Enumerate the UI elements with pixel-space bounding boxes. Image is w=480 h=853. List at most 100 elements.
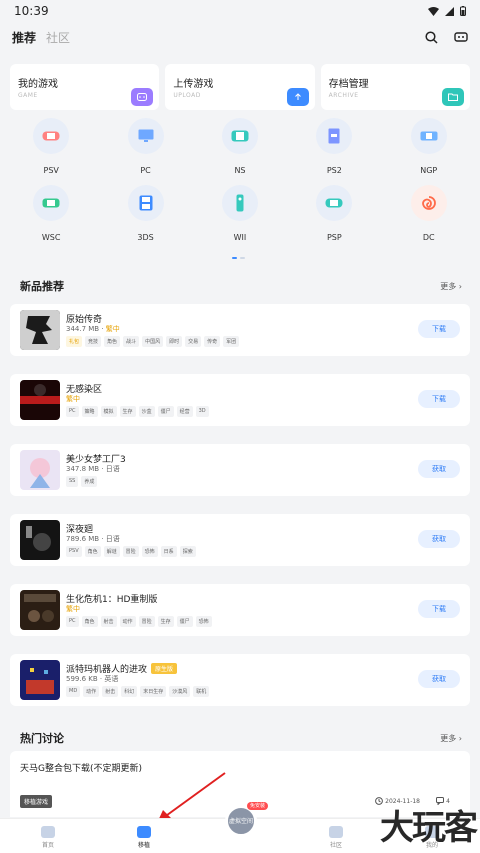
download-button[interactable]: 下载 xyxy=(418,320,460,338)
platform-3ds[interactable]: 3DS xyxy=(106,185,186,242)
platform-wsc[interactable]: WSC xyxy=(11,185,91,242)
wii-remote-icon xyxy=(221,185,258,221)
game-language: 繁中 xyxy=(105,325,120,333)
game-card[interactable]: 无感染区 繁中 PC 策略 模拟 生存 沙盒 僵尸 经营 3D 下载 xyxy=(10,374,470,426)
my-games-card[interactable]: 我的游戏 GAME xyxy=(10,64,160,110)
platform-grid: PSV PC NS PS2 NGP WSC 3DS WII PSP DC xyxy=(0,118,480,268)
tag: 养成 xyxy=(81,476,98,487)
tag: 生存 xyxy=(119,406,136,417)
top-header: 推荐 社区 xyxy=(0,22,480,52)
platform-psp[interactable]: PSP xyxy=(294,185,374,242)
game-meta: 599.6 KB · 英语 xyxy=(66,675,119,683)
nav-home[interactable]: 首页 xyxy=(18,826,78,849)
platform-dc[interactable]: DC xyxy=(389,185,469,242)
tag: 角色 xyxy=(84,546,101,557)
game-thumbnail xyxy=(20,450,60,490)
nav-port[interactable]: 移植 xyxy=(114,826,174,849)
game-card[interactable]: 派特玛机器人的进攻 原生版 599.6 KB · 英语 MD 动作 射击 科幻 末日生存沙… xyxy=(10,654,470,706)
upload-game-card[interactable]: 上传游戏 UPLOAD xyxy=(165,64,315,110)
search-icon[interactable] xyxy=(425,30,438,44)
tag: 动作 xyxy=(83,686,100,697)
upload-cloud-icon xyxy=(286,88,309,106)
3ds-icon xyxy=(127,185,164,221)
tag: 僵尸 xyxy=(176,616,193,627)
game-language: 英语 xyxy=(104,675,119,683)
tag: 僵尸 xyxy=(157,406,174,417)
new-section-header: 新品推荐 更多 › xyxy=(20,278,462,294)
more-link[interactable]: 更多 › xyxy=(440,281,462,292)
platform-name: PS2 xyxy=(326,166,342,175)
game-tags: SS 养成 xyxy=(66,476,98,487)
get-button[interactable]: 获取 xyxy=(418,670,460,688)
tab-recommend[interactable]: 推荐 xyxy=(12,29,36,46)
platform-ps2[interactable]: PS2 xyxy=(294,118,374,175)
tag: 角色 xyxy=(104,336,121,347)
tag: PC xyxy=(66,616,79,627)
tag: 角色 xyxy=(81,616,98,627)
tag: 沙盒 xyxy=(138,406,155,417)
tag: 即时 xyxy=(166,336,183,347)
archive-card[interactable]: 存档管理 ARCHIVE xyxy=(320,64,470,110)
platform-name: WII xyxy=(233,233,247,242)
quick-actions: 我的游戏 GAME 上传游戏 UPLOAD 存档管理 ARCHIVE xyxy=(10,64,470,110)
port-icon xyxy=(137,826,151,838)
game-meta: 347.8 MB · 日语 xyxy=(66,465,120,473)
tag: 射击 xyxy=(102,686,119,697)
community-icon xyxy=(329,826,343,838)
get-button[interactable]: 获取 xyxy=(418,530,460,548)
tag: 军团 xyxy=(223,336,240,347)
controller-icon[interactable] xyxy=(454,31,468,43)
game-size: 347.8 MB xyxy=(66,465,100,473)
game-size: 789.6 MB xyxy=(66,535,100,543)
nav-community[interactable]: 社区 xyxy=(306,826,366,849)
tag: 末日生存 xyxy=(140,686,167,697)
platform-name: 3DS xyxy=(137,233,154,242)
platform-name: WSC xyxy=(41,233,61,242)
game-meta: 繁中 xyxy=(66,604,80,614)
platform-ngp[interactable]: NGP xyxy=(389,118,469,175)
get-button[interactable]: 获取 xyxy=(418,460,460,478)
psp-icon xyxy=(316,185,353,221)
tag: 模拟 xyxy=(100,406,117,417)
tag: 射击 xyxy=(100,616,117,627)
tag: 战斗 xyxy=(123,336,140,347)
tag: PC xyxy=(66,406,79,417)
more-link[interactable]: 更多 › xyxy=(440,733,462,744)
download-button[interactable]: 下载 xyxy=(418,600,460,618)
game-card[interactable]: 原始传奇 344.7 MB · 繁中 礼包 竞技 角色 战斗 中国风 即时 交易 传奇 军团 下… xyxy=(10,304,470,356)
platform-pc[interactable]: PC xyxy=(106,118,186,175)
tag: 恐怖 xyxy=(141,546,158,557)
native-badge: 原生版 xyxy=(151,663,178,674)
hot-section-header: 热门讨论 更多 › xyxy=(20,730,462,746)
game-thumbnail xyxy=(20,310,60,350)
game-card[interactable]: 深夜廻 789.6 MB · 日语 PSV 角色 解谜 冒险 恐怖 日系 探索 获取 xyxy=(10,514,470,566)
tag: 恐怖 xyxy=(195,616,212,627)
card-title: 上传游戏 xyxy=(173,79,214,90)
tag: 探索 xyxy=(179,546,196,557)
folder-icon xyxy=(441,88,464,106)
section-title: 热门讨论 xyxy=(20,732,64,745)
virtual-space-button[interactable]: 虚拟空间 免安装 xyxy=(225,802,268,837)
game-card[interactable]: 生化危机1：HD重制版 繁中 PC 角色 射击 动作 冒险 生存 僵尸 恐怖 下载 xyxy=(10,584,470,636)
tab-community[interactable]: 社区 xyxy=(46,29,70,46)
tag: 日系 xyxy=(160,546,177,557)
home-icon xyxy=(41,826,55,838)
tag: MD xyxy=(66,686,81,697)
platform-psv[interactable]: PSV xyxy=(11,118,91,175)
tag: 动作 xyxy=(119,616,136,627)
game-tags: PSV 角色 解谜 冒险 恐怖 日系 探索 xyxy=(66,546,196,557)
tag: 中国风 xyxy=(142,336,164,347)
monitor-icon xyxy=(127,118,164,154)
tag: 3D xyxy=(195,406,209,417)
download-button[interactable]: 下载 xyxy=(418,390,460,408)
platform-wii[interactable]: WII xyxy=(200,185,280,242)
tag: 策略 xyxy=(81,406,98,417)
switch-icon xyxy=(221,118,258,154)
game-meta: 繁中 xyxy=(66,394,80,404)
game-tags: PC 策略 模拟 生存 沙盒 僵尸 经营 3D xyxy=(66,406,209,417)
platform-name: PC xyxy=(140,166,151,175)
platform-ns[interactable]: NS xyxy=(200,118,280,175)
game-thumbnail xyxy=(20,380,60,420)
game-card[interactable]: 美少女梦工厂3 347.8 MB · 日语 SS 养成 获取 xyxy=(10,444,470,496)
discussion-tag[interactable]: 移植游戏 xyxy=(20,795,53,808)
